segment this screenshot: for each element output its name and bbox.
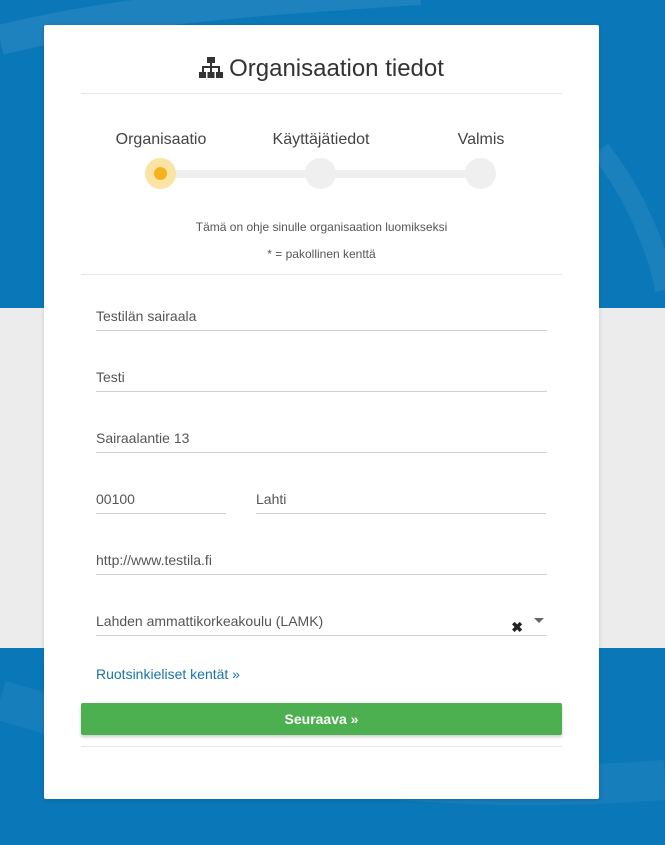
page-title: Organisaation tiedot [44,53,599,88]
parent-organization-select[interactable]: Lahden ammattikorkeakoulu (LAMK) ✖ [96,607,547,636]
city-input[interactable] [256,485,546,513]
postal-code-field[interactable] [96,485,226,514]
chevron-down-icon[interactable] [534,618,544,623]
organization-name-input[interactable] [96,302,547,330]
sitemap-icon [199,56,224,88]
street-address-field[interactable] [96,424,547,453]
parent-organization-value: Lahden ammattikorkeakoulu (LAMK) [96,613,324,629]
clear-icon[interactable]: ✖ [511,613,523,641]
street-address-input[interactable] [96,424,547,452]
step-indicator-organization [145,158,176,189]
short-name-input[interactable] [96,363,547,391]
city-field[interactable] [256,485,546,514]
website-input[interactable] [96,546,547,574]
organization-name-field[interactable] [96,302,547,331]
step-label-done: Valmis [457,131,505,148]
page-title-text: Organisaation tiedot [229,55,444,82]
swedish-fields-link[interactable]: Ruotsinkieliset kentät » [96,666,240,682]
divider [81,93,562,94]
step-label-user-info: Käyttäjätiedot [272,131,370,148]
instructions-text: Tämä on ohje sinulle organisaation luomi… [195,220,448,234]
step-indicator-done [465,158,496,189]
short-name-field[interactable] [96,363,547,392]
website-field[interactable] [96,546,547,575]
postal-code-input[interactable] [96,485,226,513]
next-button[interactable]: Seuraava » [81,703,562,735]
required-note: * = pakollinen kenttä [267,247,376,261]
step-indicator-user-info [305,158,336,189]
step-label-organization: Organisaatio [115,131,207,148]
organization-form-card: Organisaation tiedot Organisaatio Käyttä… [44,25,599,799]
divider [81,746,562,747]
divider [81,274,562,275]
